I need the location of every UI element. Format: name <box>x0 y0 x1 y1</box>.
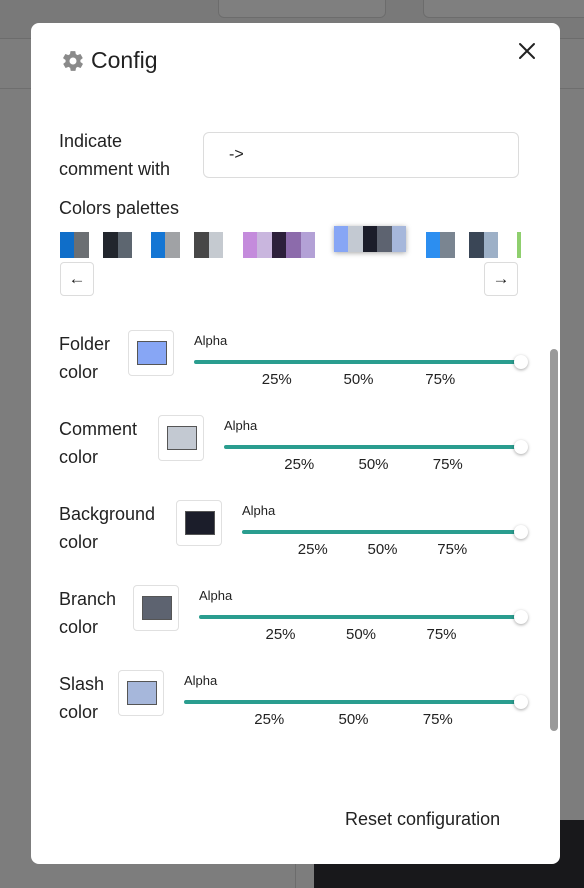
folder-color-button[interactable] <box>128 330 174 376</box>
alpha-tick: 50% <box>343 371 374 388</box>
alpha-slider[interactable] <box>199 615 521 619</box>
palettes-label: Colors palettes <box>59 198 180 218</box>
palette-swatch <box>469 232 484 258</box>
alpha-tick: 50% <box>346 626 377 643</box>
alpha-slider[interactable] <box>194 360 521 364</box>
palette-swatch <box>74 232 89 258</box>
comment-color-button[interactable] <box>158 415 204 461</box>
palette-option-selected[interactable] <box>334 226 406 252</box>
alpha-slider[interactable] <box>242 530 521 534</box>
scrollbar[interactable] <box>549 97 559 832</box>
color-swatch <box>167 426 197 450</box>
palette-swatch <box>426 232 441 258</box>
alpha-slider-thumb[interactable] <box>514 610 528 624</box>
alpha-slider-thumb[interactable] <box>514 440 528 454</box>
palette-swatch <box>454 232 470 258</box>
comment-color-label: Comment color <box>59 419 138 467</box>
palette-swatch <box>103 232 118 258</box>
palette-swatch <box>257 232 272 258</box>
palette-swatch <box>286 232 301 258</box>
alpha-tick: 75% <box>422 711 453 728</box>
alpha-tick: 25% <box>297 541 328 558</box>
alpha-label: Alpha <box>199 588 233 603</box>
alpha-tick: 75% <box>432 456 463 473</box>
alpha-tick: 50% <box>367 541 398 558</box>
branch-color-button[interactable] <box>133 585 179 631</box>
palette-prev-button[interactable]: ← <box>60 262 94 296</box>
palette-swatch <box>362 226 378 252</box>
alpha-slider-thumb[interactable] <box>514 525 528 539</box>
comment-indicator-label: Indicate comment with <box>59 131 171 179</box>
folder-color-label: Folder color <box>59 334 111 382</box>
slash-color-button[interactable] <box>118 670 164 716</box>
slash-color-label: Slash color <box>59 674 105 722</box>
gear-icon <box>63 50 83 71</box>
comment-indicator-input[interactable]: -> <box>203 132 519 178</box>
alpha-label: Alpha <box>224 418 258 433</box>
palette-swatch <box>300 232 315 258</box>
color-swatch <box>127 681 157 705</box>
palette-next-button[interactable]: → <box>484 262 518 296</box>
alpha-tick: 25% <box>265 626 296 643</box>
palette-swatch <box>60 232 75 258</box>
palette-swatch <box>179 232 195 258</box>
alpha-slider-thumb[interactable] <box>514 355 528 369</box>
palette-swatch <box>483 232 498 258</box>
modal-title-text: Config <box>91 47 158 73</box>
color-swatch <box>137 341 167 365</box>
palette-option[interactable] <box>517 232 521 258</box>
alpha-slider[interactable] <box>184 700 521 704</box>
alpha-tick: 75% <box>426 626 457 643</box>
close-icon[interactable] <box>517 41 537 61</box>
palette-swatch <box>271 232 287 258</box>
alpha-tick: 25% <box>261 371 292 388</box>
palette-swatch <box>117 232 132 258</box>
alpha-tick: 50% <box>358 456 389 473</box>
alpha-tick: 75% <box>425 371 456 388</box>
reset-configuration-button[interactable]: Reset configuration <box>345 809 500 830</box>
palette-option[interactable] <box>60 232 132 258</box>
palette-swatch <box>440 232 455 258</box>
modal-title: Config <box>61 47 157 74</box>
palette-option[interactable] <box>151 232 223 258</box>
background-color-button[interactable] <box>176 500 222 546</box>
scrollbar-thumb[interactable] <box>550 349 558 731</box>
palette-swatch <box>348 226 363 252</box>
background-color-label: Background color <box>59 504 156 552</box>
alpha-tick: 75% <box>437 541 468 558</box>
palette-swatch <box>517 232 521 258</box>
alpha-tick: 25% <box>284 456 315 473</box>
alpha-label: Alpha <box>194 333 228 348</box>
palette-swatch <box>391 226 406 252</box>
color-swatch <box>142 596 172 620</box>
palette-option[interactable] <box>426 232 498 258</box>
alpha-slider[interactable] <box>224 445 521 449</box>
alpha-label: Alpha <box>242 503 276 518</box>
alpha-tick: 50% <box>338 711 369 728</box>
palette-option[interactable] <box>243 232 315 258</box>
palette-swatch <box>165 232 180 258</box>
palette-swatch <box>208 232 223 258</box>
alpha-slider-thumb[interactable] <box>514 695 528 709</box>
config-modal: Config Indicate comment with -> Colors p… <box>31 23 560 864</box>
alpha-tick: 25% <box>254 711 285 728</box>
alpha-label: Alpha <box>184 673 218 688</box>
palette-swatch <box>88 232 104 258</box>
branch-color-label: Branch color <box>59 589 117 637</box>
palette-swatch <box>334 226 349 252</box>
color-swatch <box>185 511 215 535</box>
palette-swatch <box>194 232 209 258</box>
palette-swatch <box>377 226 392 252</box>
palette-swatch <box>243 232 258 258</box>
palette-swatch <box>151 232 166 258</box>
